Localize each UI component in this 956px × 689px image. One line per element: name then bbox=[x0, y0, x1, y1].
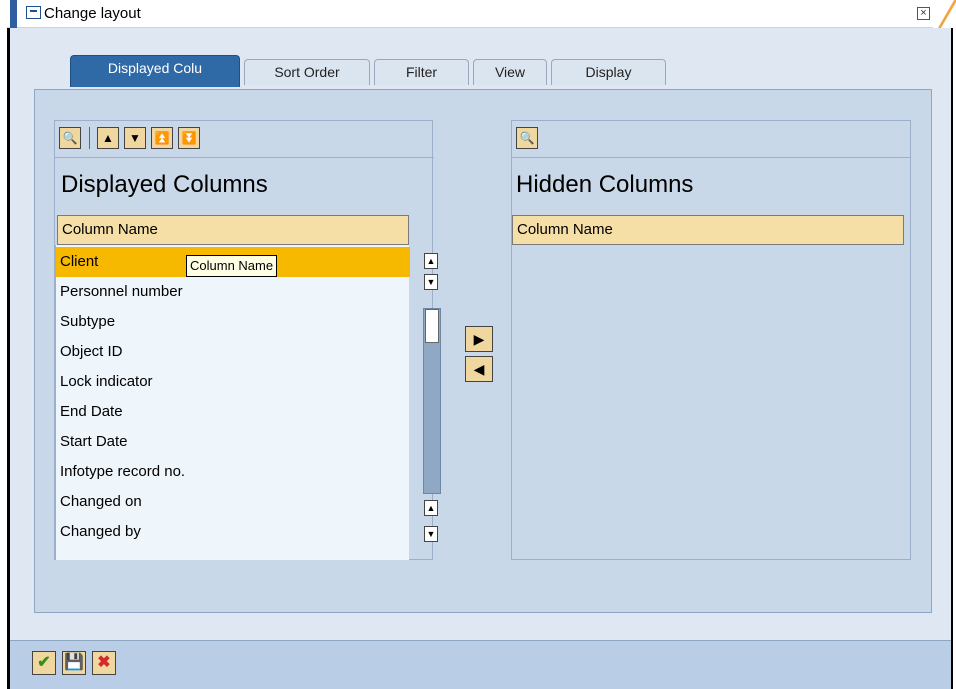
scrollbar-thumb[interactable] bbox=[425, 309, 439, 343]
change-layout-icon bbox=[26, 6, 41, 19]
list-item[interactable]: Changed on bbox=[56, 487, 410, 517]
list-item[interactable]: Object ID bbox=[56, 337, 410, 367]
scroll-up-icon[interactable]: ▲ bbox=[424, 253, 438, 269]
toolbar-separator bbox=[89, 127, 90, 149]
column-name-tooltip: Column Name bbox=[186, 255, 278, 277]
title-bar: Change layout × bbox=[7, 0, 956, 34]
move-bottom-icon[interactable]: ⏬ bbox=[178, 127, 200, 149]
displayed-columns-list: Client Personnel number Subtype Object I… bbox=[55, 245, 410, 560]
move-top-icon[interactable]: ⏫ bbox=[151, 127, 173, 149]
list-item[interactable]: Infotype record no. bbox=[56, 457, 410, 487]
scrollbar-track[interactable] bbox=[423, 308, 441, 494]
list-item[interactable]: Start Date bbox=[56, 427, 410, 457]
tab-sort-order[interactable]: Sort Order bbox=[244, 59, 370, 85]
find-icon[interactable]: 🔍 bbox=[516, 127, 538, 149]
hidden-columns-box: 🔍 Hidden Columns Column Name bbox=[511, 120, 911, 560]
move-right-icon[interactable]: ▶ bbox=[465, 326, 493, 352]
tab-displayed-columns[interactable]: Displayed Colu bbox=[70, 55, 240, 87]
cancel-button[interactable]: ✖ bbox=[92, 651, 116, 675]
displayed-column-header[interactable]: Column Name bbox=[57, 215, 409, 245]
close-icon[interactable]: × bbox=[917, 7, 930, 20]
scroll-page-up-icon[interactable]: ▲ bbox=[424, 500, 438, 516]
list-item[interactable]: Subtype bbox=[56, 307, 410, 337]
tab-display[interactable]: Display bbox=[551, 59, 666, 85]
find-icon[interactable]: 🔍 bbox=[59, 127, 81, 149]
displayed-columns-box: 🔍 ▲ ▼ ⏫ ⏬ Displayed Columns Column Name … bbox=[54, 120, 441, 560]
move-up-icon[interactable]: ▲ bbox=[97, 127, 119, 149]
tab-panel: 🔍 ▲ ▼ ⏫ ⏬ Displayed Columns Column Name … bbox=[34, 89, 932, 613]
displayed-toolbar: 🔍 ▲ ▼ ⏫ ⏬ bbox=[55, 121, 434, 158]
list-item[interactable]: Changed by bbox=[56, 517, 410, 547]
list-item[interactable]: End Date bbox=[56, 397, 410, 427]
list-item[interactable]: Lock indicator bbox=[56, 367, 410, 397]
hidden-column-header[interactable]: Column Name bbox=[512, 215, 904, 245]
scroll-down-icon[interactable]: ▼ bbox=[424, 274, 438, 290]
move-down-icon[interactable]: ▼ bbox=[124, 127, 146, 149]
displayed-columns-heading: Displayed Columns bbox=[61, 171, 268, 198]
tab-view[interactable]: View bbox=[473, 59, 547, 85]
move-left-icon[interactable]: ◀ bbox=[465, 356, 493, 382]
save-button[interactable]: 💾 bbox=[62, 651, 86, 675]
window-title: Change layout bbox=[44, 5, 141, 22]
confirm-button[interactable]: ✔ bbox=[32, 651, 56, 675]
dialog-footer: ✔ 💾 ✖ bbox=[10, 640, 951, 689]
list-item[interactable]: Personnel number bbox=[56, 277, 410, 307]
tab-filter[interactable]: Filter bbox=[374, 59, 469, 85]
hidden-columns-heading: Hidden Columns bbox=[516, 171, 694, 198]
title-decoration bbox=[933, 0, 956, 28]
hidden-toolbar: 🔍 bbox=[512, 121, 910, 158]
scroll-page-down-icon[interactable]: ▼ bbox=[424, 526, 438, 542]
